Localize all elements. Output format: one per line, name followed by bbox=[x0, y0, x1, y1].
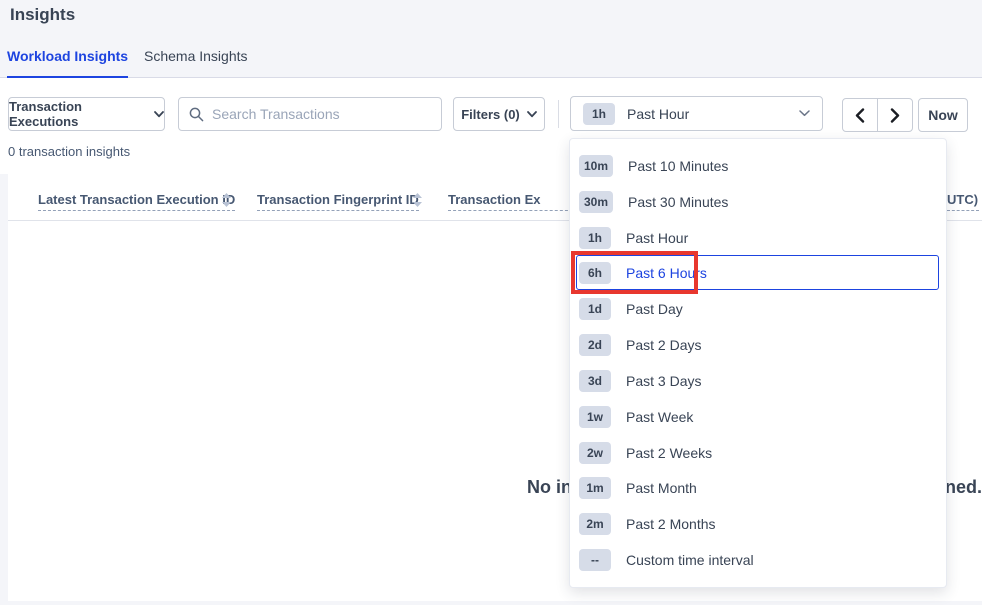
time-option-badge: 2d bbox=[579, 334, 611, 356]
time-option-label: Past Day bbox=[626, 301, 683, 317]
time-option-badge: -- bbox=[579, 549, 611, 571]
now-button[interactable]: Now bbox=[918, 98, 968, 132]
search-icon bbox=[189, 107, 204, 122]
column-header-transaction-fingerprint-id[interactable]: Transaction Fingerprint ID bbox=[257, 192, 419, 211]
time-option-badge: 2m bbox=[579, 513, 611, 535]
time-next-button[interactable] bbox=[877, 98, 913, 132]
time-option-past-week[interactable]: 1w Past Week bbox=[570, 399, 946, 435]
time-option-past-10-minutes[interactable]: 10m Past 10 Minutes bbox=[570, 148, 946, 184]
time-option-past-month[interactable]: 1m Past Month bbox=[570, 470, 946, 506]
time-option-badge: 1h bbox=[579, 227, 611, 249]
time-option-label: Custom time interval bbox=[626, 552, 754, 568]
time-option-badge: 6h bbox=[579, 262, 611, 284]
time-range-picker[interactable]: 1h Past Hour bbox=[570, 96, 823, 131]
time-option-custom-interval[interactable]: -- Custom time interval bbox=[570, 542, 946, 578]
time-option-label: Past 3 Days bbox=[626, 373, 701, 389]
chevron-down-icon bbox=[154, 111, 164, 118]
time-option-badge: 1m bbox=[579, 477, 611, 499]
toolbar-divider bbox=[558, 100, 559, 128]
column-header-utc[interactable]: UTC) bbox=[947, 192, 979, 211]
time-option-label: Past 2 Weeks bbox=[626, 445, 712, 461]
time-option-label: Past Hour bbox=[626, 230, 688, 246]
time-option-past-day[interactable]: 1d Past Day bbox=[570, 291, 946, 327]
time-option-badge: 30m bbox=[579, 191, 613, 213]
chevron-left-icon bbox=[855, 108, 865, 123]
time-option-past-2-days[interactable]: 2d Past 2 Days bbox=[570, 327, 946, 363]
time-option-label: Past 2 Days bbox=[626, 337, 701, 353]
column-header-transaction-execution[interactable]: Transaction Ex bbox=[448, 192, 573, 211]
time-range-label: Past Hour bbox=[627, 106, 787, 122]
chevron-right-icon bbox=[890, 108, 900, 123]
chevron-down-icon bbox=[799, 110, 810, 117]
filters-button[interactable]: Filters (0) bbox=[453, 97, 545, 131]
tab-workload-insights[interactable]: Workload Insights bbox=[7, 48, 128, 78]
time-option-badge: 1w bbox=[579, 406, 611, 428]
time-option-badge: 1d bbox=[579, 298, 611, 320]
time-range-badge: 1h bbox=[583, 103, 615, 125]
time-option-past-3-days[interactable]: 3d Past 3 Days bbox=[570, 363, 946, 399]
search-box[interactable] bbox=[178, 97, 442, 131]
time-option-past-6-hours[interactable]: 6h Past 6 Hours bbox=[570, 255, 946, 291]
time-option-label: Past Week bbox=[626, 409, 693, 425]
column-header-latest-transaction-execution-id[interactable]: Latest Transaction Execution ID bbox=[38, 192, 235, 211]
page-title: Insights bbox=[10, 5, 75, 25]
transaction-type-label: Transaction Executions bbox=[9, 99, 147, 129]
transaction-type-select[interactable]: Transaction Executions bbox=[8, 97, 165, 131]
search-input[interactable] bbox=[212, 106, 431, 122]
sort-icon[interactable] bbox=[413, 193, 422, 207]
time-option-label: Past 30 Minutes bbox=[628, 194, 728, 210]
time-option-past-hour[interactable]: 1h Past Hour bbox=[570, 220, 946, 256]
tab-schema-insights[interactable]: Schema Insights bbox=[144, 48, 248, 78]
time-option-badge: 2w bbox=[579, 442, 611, 464]
time-option-label: Past 6 Hours bbox=[626, 265, 707, 281]
time-option-label: Past Month bbox=[626, 480, 697, 496]
sort-icon[interactable] bbox=[222, 193, 231, 207]
chevron-down-icon bbox=[527, 111, 537, 118]
time-option-badge: 10m bbox=[579, 155, 613, 177]
filters-label: Filters (0) bbox=[461, 107, 520, 122]
time-prev-button[interactable] bbox=[842, 98, 878, 132]
header-band: Insights Workload Insights Schema Insigh… bbox=[0, 0, 982, 78]
time-range-dropdown: 10m Past 10 Minutes 30m Past 30 Minutes … bbox=[569, 138, 947, 588]
insights-count: 0 transaction insights bbox=[8, 144, 130, 159]
time-option-label: Past 2 Months bbox=[626, 516, 716, 532]
empty-state-text-right: ned. bbox=[945, 477, 982, 498]
time-option-past-2-weeks[interactable]: 2w Past 2 Weeks bbox=[570, 435, 946, 471]
time-option-badge: 3d bbox=[579, 370, 611, 392]
time-option-past-30-minutes[interactable]: 30m Past 30 Minutes bbox=[570, 184, 946, 220]
time-option-past-2-months[interactable]: 2m Past 2 Months bbox=[570, 506, 946, 542]
empty-state-text-left: No in bbox=[527, 477, 572, 498]
time-option-label: Past 10 Minutes bbox=[628, 158, 728, 174]
